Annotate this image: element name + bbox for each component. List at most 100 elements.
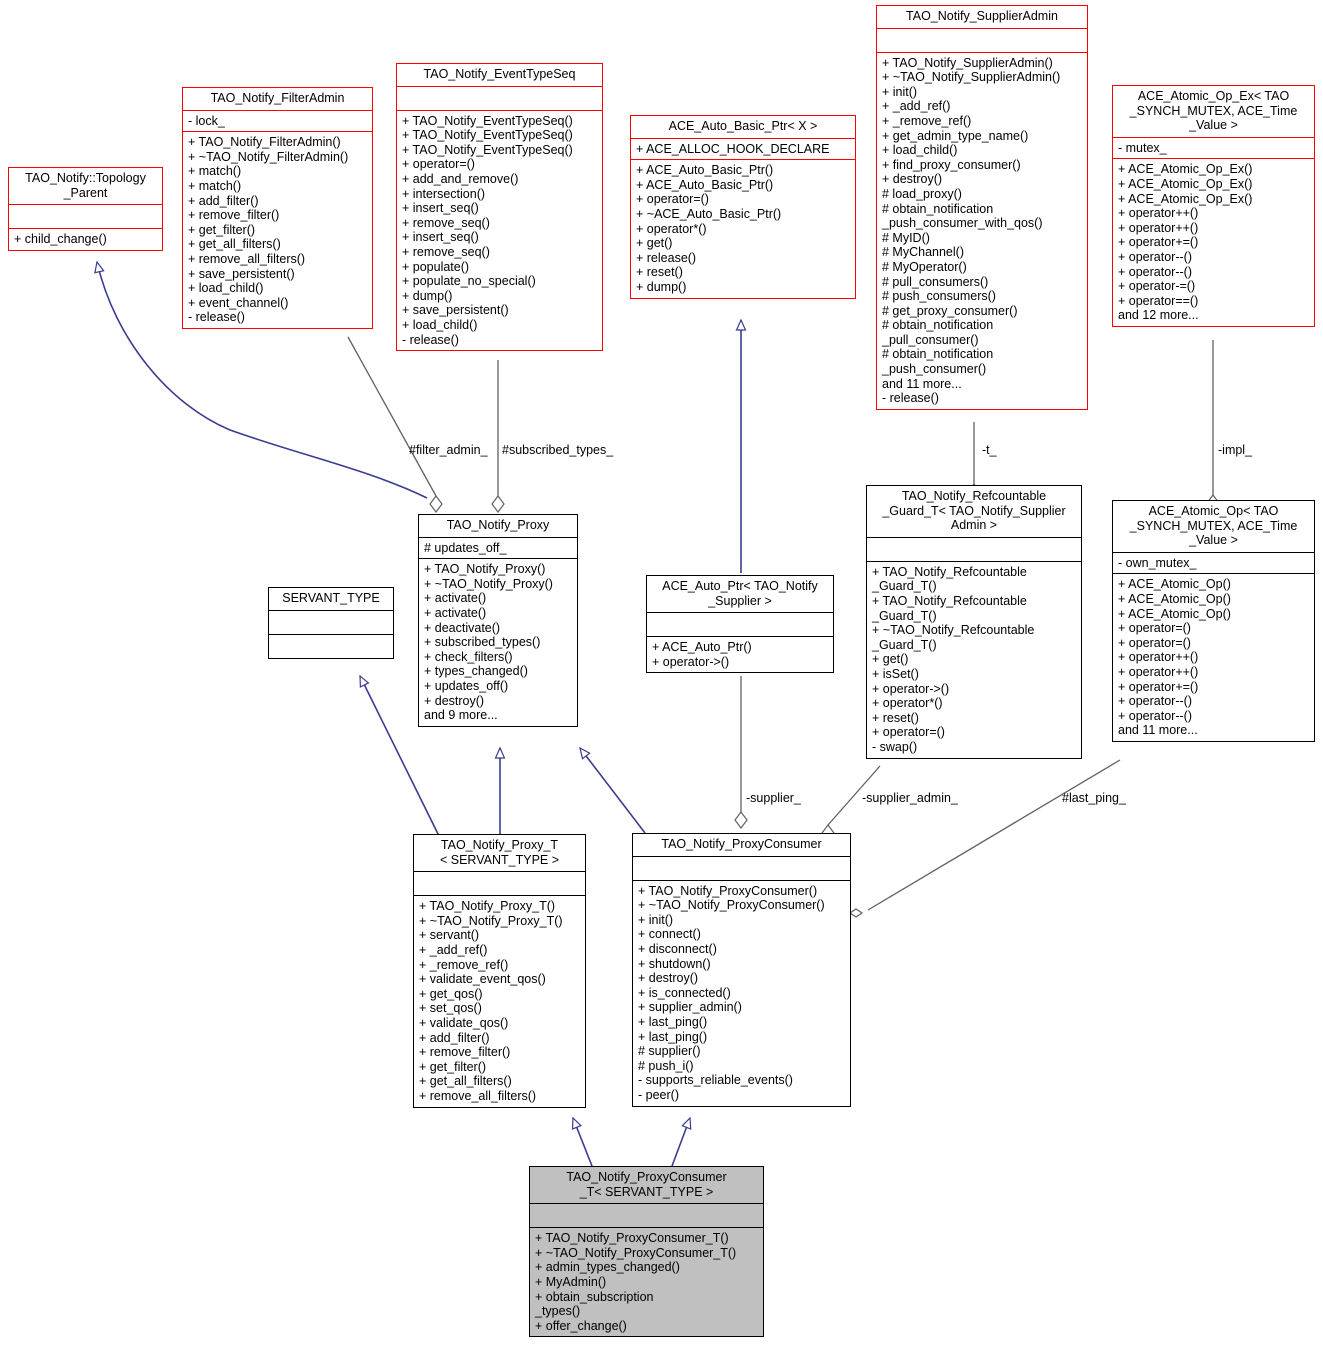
operation-row: + add_filter() (188, 193, 259, 208)
operation-row: + remove_filter() (188, 208, 280, 223)
operation-row: + populate_no_special() (402, 274, 536, 289)
operation-row: + operator--() (1118, 249, 1192, 264)
class-title: ACE_Auto_Ptr< TAO_Notify _Supplier > (662, 579, 818, 608)
edge-label-supplier: -supplier_ (746, 791, 801, 805)
class-node-ace-atomic-op-ex[interactable]: ACE_Atomic_Op_Ex< TAO _SYNCH_MUTEX, ACE_… (1112, 85, 1315, 327)
class-node-servant-type[interactable]: SERVANT_TYPE (268, 587, 394, 659)
edge-label-t: -t_ (982, 443, 997, 457)
operation-row: + remove_all_filters() (419, 1088, 537, 1103)
operation-row: + save_persistent() (402, 303, 509, 318)
operation-row: + _add_ref() (419, 942, 488, 957)
attribute-row: # updates_off_ (424, 540, 507, 555)
operation-row: + ACE_Atomic_Op() (1118, 591, 1231, 606)
class-node-ace-atomic-op[interactable]: ACE_Atomic_Op< TAO _SYNCH_MUTEX, ACE_Tim… (1112, 500, 1315, 742)
class-operations: + ACE_Auto_Ptr() + operator->() (647, 637, 833, 672)
operation-row: + destroy() (424, 693, 485, 708)
operation-row: + operator++() (1118, 206, 1199, 221)
class-operations: + TAO_Notify_Proxy() + ~TAO_Notify_Proxy… (419, 559, 577, 726)
operation-row: + event_channel() (188, 295, 289, 310)
operation-row: + operator++() (1118, 664, 1199, 679)
operation-row: + activate() (424, 605, 487, 620)
class-node-notify-proxy[interactable]: TAO_Notify_Proxy # updates_off_ + TAO_No… (418, 514, 578, 727)
attribute-row: - mutex_ (1118, 140, 1167, 155)
class-title: TAO_Notify_FilterAdmin (210, 91, 345, 105)
operation-row: # obtain_notification _push_consumer() (882, 347, 994, 377)
operation-row: + get_filter() (188, 222, 256, 237)
class-node-filter-admin[interactable]: TAO_Notify_FilterAdmin - lock_ + TAO_Not… (182, 87, 373, 329)
class-title: TAO_Notify_ProxyConsumer (661, 837, 822, 851)
operation-row: + TAO_Notify_Refcountable _Guard_T() (872, 593, 1027, 623)
operation-row: + get_all_filters() (419, 1074, 512, 1089)
operation-row: + ACE_Atomic_Op_Ex() (1118, 191, 1253, 206)
class-node-supplier-admin[interactable]: TAO_Notify_SupplierAdmin + TAO_Notify_Su… (876, 5, 1088, 410)
operation-row: + operator*() (872, 696, 943, 711)
operation-row: + release() (636, 250, 697, 265)
operation-row: + servant() (419, 928, 480, 943)
operation-row: - supports_reliable_events() (638, 1073, 793, 1088)
operation-row: + ACE_Atomic_Op() (1118, 606, 1231, 621)
operation-row: + ~TAO_Notify_Proxy_T() (419, 913, 563, 928)
operation-row: + match() (188, 178, 242, 193)
class-node-event-type-seq[interactable]: TAO_Notify_EventTypeSeq + TAO_Notify_Eve… (396, 63, 603, 352)
operation-row: + destroy() (882, 172, 943, 187)
operation-row: + validate_qos() (419, 1015, 509, 1030)
edge-assoc-filter-admin (347, 336, 437, 497)
class-attributes (647, 613, 833, 636)
operation-row: + ACE_Auto_Basic_Ptr() (636, 163, 774, 178)
operation-row: + get_filter() (419, 1059, 487, 1074)
operation-row: + TAO_Notify_EventTypeSeq() (402, 128, 573, 143)
class-node-ace-auto-ptr-supplier[interactable]: ACE_Auto_Ptr< TAO_Notify _Supplier > + A… (646, 575, 834, 674)
operation-row: and 11 more... (1118, 723, 1198, 738)
operation-row: + ~TAO_Notify_ProxyConsumer_T() (535, 1245, 737, 1260)
class-attributes (269, 611, 393, 634)
operation-row: + find_proxy_consumer() (882, 157, 1021, 172)
operation-row: + is_connected() (638, 985, 731, 1000)
operation-row: + TAO_Notify_Refcountable _Guard_T() (872, 564, 1027, 594)
operation-row: + populate() (402, 259, 470, 274)
class-operations: + ACE_Atomic_Op() + ACE_Atomic_Op() + AC… (1113, 574, 1314, 741)
operation-row: + isSet() (872, 666, 919, 681)
class-node-proxy-consumer-t[interactable]: TAO_Notify_ProxyConsumer _T< SERVANT_TYP… (529, 1166, 764, 1338)
class-node-notify-proxy-t[interactable]: TAO_Notify_Proxy_T < SERVANT_TYPE > + TA… (413, 834, 586, 1108)
class-attributes: # updates_off_ (419, 538, 577, 559)
operation-row: + TAO_Notify_ProxyConsumer() (638, 883, 818, 898)
operation-row: + operator->() (872, 681, 950, 696)
class-operations: + child_change() (9, 229, 162, 250)
class-diagram-canvas: #filter_admin_ #subscribed_types_ -t_ -i… (0, 0, 1323, 1352)
operation-row: + operator--() (1118, 694, 1192, 709)
operation-row: + operator+=() (1118, 235, 1199, 250)
class-operations (269, 635, 393, 658)
operation-row: + operator->() (652, 654, 730, 669)
operation-row: + last_ping() (638, 1029, 708, 1044)
operation-row: + remove_seq() (402, 215, 490, 230)
class-node-topology-parent[interactable]: TAO_Notify::Topology _Parent + child_cha… (8, 167, 163, 251)
operation-row: + ~TAO_Notify_Refcountable _Guard_T() (872, 623, 1035, 652)
class-node-ace-auto-basic-ptr[interactable]: ACE_Auto_Basic_Ptr< X > + ACE_ALLOC_HOOK… (630, 115, 856, 299)
operation-row: + operator-=() (1118, 279, 1196, 294)
operation-row: + operator++() (1118, 650, 1199, 665)
operation-row: # MyChannel() (882, 245, 964, 260)
operation-row: + _add_ref() (882, 99, 951, 114)
operation-row: + TAO_Notify_FilterAdmin() (188, 135, 341, 150)
operation-row: - release() (402, 332, 459, 347)
operation-row: + reset() (872, 710, 919, 725)
class-node-refcountable-guard[interactable]: TAO_Notify_Refcountable _Guard_T< TAO_No… (866, 485, 1082, 759)
class-operations: + TAO_Notify_Refcountable _Guard_T() + T… (867, 562, 1081, 758)
operation-row: # push_i() (638, 1058, 694, 1073)
edge-label-last-ping: #last_ping_ (1062, 791, 1126, 805)
class-operations: + TAO_Notify_FilterAdmin() + ~TAO_Notify… (183, 132, 372, 328)
class-node-proxy-consumer[interactable]: TAO_Notify_ProxyConsumer + TAO_Notify_Pr… (632, 833, 851, 1107)
operation-row: + remove_all_filters() (188, 251, 306, 266)
class-attributes (633, 857, 850, 880)
edge-label-subscribed-types: #subscribed_types_ (502, 443, 614, 457)
operation-row: + set_qos() (419, 1001, 482, 1016)
operation-row: + MyAdmin() (535, 1274, 607, 1289)
class-operations: + TAO_Notify_ProxyConsumer_T() + ~TAO_No… (530, 1228, 763, 1336)
class-operations: + TAO_Notify_SupplierAdmin() + ~TAO_Noti… (877, 53, 1087, 409)
operation-row: + ACE_Atomic_Op_Ex() (1118, 176, 1253, 191)
class-attributes (9, 205, 162, 228)
class-title: TAO_Notify_Refcountable _Guard_T< TAO_No… (882, 489, 1066, 533)
operation-row: + get_qos() (419, 986, 483, 1001)
operation-row: + operator*() (636, 221, 707, 236)
operation-row: + remove_seq() (402, 244, 490, 259)
